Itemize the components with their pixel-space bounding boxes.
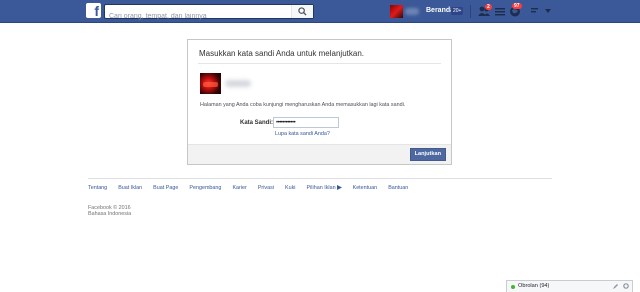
notifications-count-badge: 97 <box>512 3 522 9</box>
footer-divider <box>88 178 552 179</box>
facebook-logo-icon[interactable]: f <box>86 3 101 19</box>
forgot-password-link[interactable]: Lupa kata sandi Anda? <box>275 131 330 137</box>
chat-options-icons[interactable] <box>613 283 629 290</box>
settings-gear-icon[interactable] <box>623 283 629 289</box>
footer-link-about[interactable]: Tentang <box>88 185 107 191</box>
dialog-title: Masukkan kata sandi Anda untuk melanjutk… <box>199 49 364 58</box>
home-count-badge: 20+ <box>451 7 464 15</box>
search-box <box>104 4 314 23</box>
friend-requests-count-badge: 2 <box>485 4 492 10</box>
profile-avatar[interactable] <box>390 5 403 18</box>
dialog-message: Halaman yang Anda coba kunjungi mengharu… <box>200 102 406 108</box>
chat-label: Obrolan (94) <box>518 283 550 289</box>
online-status-dot-icon <box>511 285 515 289</box>
search-icon <box>298 7 307 16</box>
search-input[interactable] <box>105 10 285 23</box>
dialog-profile-name-redacted <box>225 80 251 87</box>
dialog-profile-picture <box>200 73 221 94</box>
edit-icon[interactable] <box>613 283 619 289</box>
footer-links: Tentang Buat Iklan Buat Page Pengembang … <box>88 185 419 191</box>
footer-link-create-ad[interactable]: Buat Iklan <box>118 185 142 191</box>
footer-link-developers[interactable]: Pengembang <box>189 185 221 191</box>
footer-link-help[interactable]: Bantuan <box>388 185 408 191</box>
language-link[interactable]: Bahasa Indonesia <box>88 211 131 217</box>
privacy-shortcuts-icon[interactable] <box>531 7 540 15</box>
continue-button[interactable]: Lanjutkan <box>409 148 446 161</box>
footer-link-terms[interactable]: Ketentuan <box>353 185 378 191</box>
dialog-footer: Lanjutkan <box>188 144 451 164</box>
chat-sidebar-tab[interactable]: Obrolan (94) <box>506 280 633 292</box>
footer-link-privacy[interactable]: Privasi <box>258 185 274 191</box>
topbar-divider <box>470 5 471 18</box>
messages-icon[interactable] <box>494 5 506 17</box>
footer-link-careers[interactable]: Karier <box>232 185 246 191</box>
footer-link-ad-choices-label: Pilihan Iklan <box>306 185 336 191</box>
home-link[interactable]: Beranda <box>426 7 454 14</box>
footer-link-create-page[interactable]: Buat Page <box>153 185 178 191</box>
password-label: Kata Sandi: <box>240 120 274 126</box>
password-field[interactable] <box>273 117 339 128</box>
top-navigation-bar: f Beranda 20+ 2 97 <box>0 0 640 23</box>
search-button[interactable] <box>291 5 313 18</box>
profile-name-redacted[interactable] <box>405 8 419 15</box>
password-reentry-dialog: Masukkan kata sandi Anda untuk melanjutk… <box>187 39 452 165</box>
account-menu-chevron-down-icon[interactable] <box>545 9 551 13</box>
footer-link-cookies[interactable]: Kuki <box>285 185 296 191</box>
footer-link-ad-choices[interactable]: Pilihan Iklan <box>307 185 342 191</box>
ad-choices-icon <box>336 185 342 190</box>
dialog-divider <box>198 63 441 64</box>
